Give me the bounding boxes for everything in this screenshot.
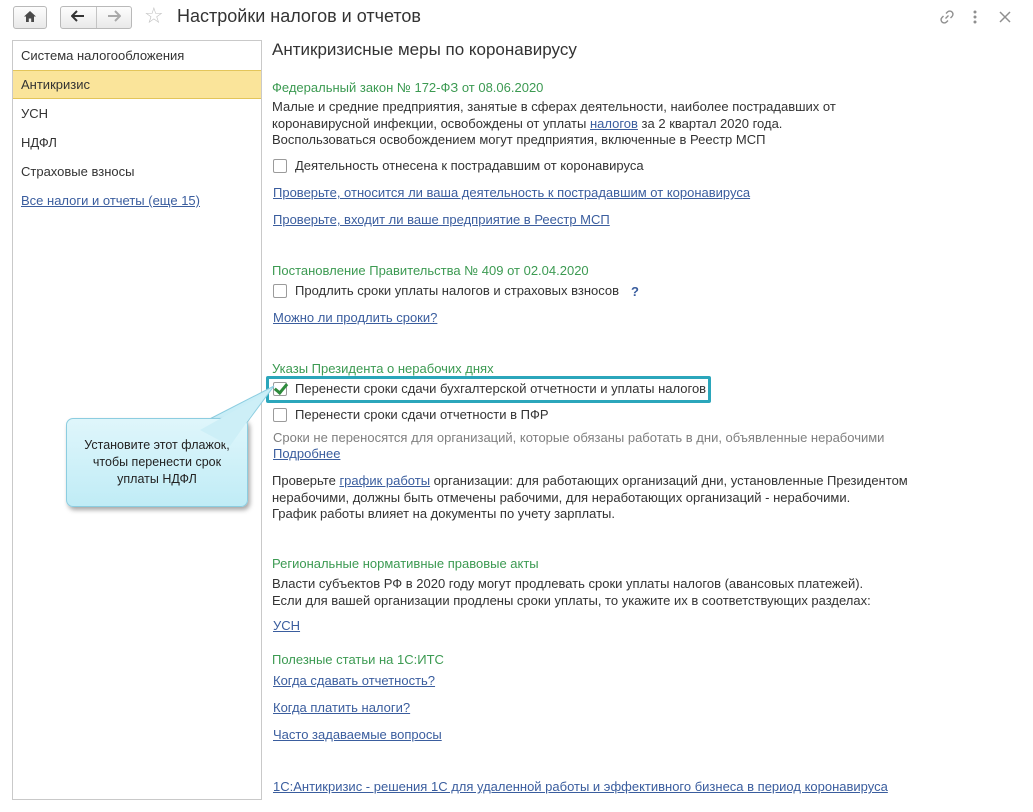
when-to-pay-link[interactable]: Когда платить налоги? bbox=[273, 700, 410, 715]
affected-activity-label: Деятельность отнесена к пострадавшим от … bbox=[295, 158, 644, 173]
move-accounting-deadlines-label: Перенести сроки сдачи бухгалтерской отче… bbox=[295, 381, 707, 396]
usn-link[interactable]: УСН bbox=[273, 618, 300, 633]
federal-law-text-line1: Малые и средние предприятия, занятые в с… bbox=[272, 99, 836, 114]
federal-law-text-line2: коронавирусной инфекции, освобождены от … bbox=[272, 116, 782, 133]
work-schedule-link[interactable]: график работы bbox=[339, 473, 430, 488]
hint-callout: Установите этот флажок, чтобы перенести … bbox=[66, 418, 248, 507]
text-fragment: коронавирусной инфекции, освобождены от … bbox=[272, 116, 590, 131]
regional-text-line2: Если для вашей организации продлены срок… bbox=[272, 593, 871, 608]
taxes-link[interactable]: налогов bbox=[590, 116, 638, 131]
more-details-link[interactable]: Подробнее bbox=[273, 446, 340, 461]
deadlines-note: Сроки не переносятся для организаций, ко… bbox=[273, 430, 885, 445]
section-heading-resolution: Постановление Правительства № 409 от 02.… bbox=[272, 263, 589, 278]
when-to-report-link[interactable]: Когда сдавать отчетность? bbox=[273, 673, 435, 688]
work-schedule-text-line2: нерабочими, должны быть отмечены рабочим… bbox=[272, 490, 851, 505]
check-msp-registry-link[interactable]: Проверьте, входит ли ваше предприятие в … bbox=[273, 212, 610, 227]
federal-law-text-line3: Воспользоваться освобождением могут пред… bbox=[272, 132, 766, 147]
check-activity-link[interactable]: Проверьте, относится ли ваша деятельност… bbox=[273, 185, 750, 200]
text-fragment: за 2 квартал 2020 года. bbox=[637, 116, 783, 131]
affected-activity-checkbox[interactable] bbox=[273, 159, 287, 174]
text-fragment: Проверьте bbox=[272, 473, 340, 488]
hint-callout-text: Установите этот флажок, чтобы перенести … bbox=[84, 438, 230, 486]
section-heading-articles: Полезные статьи на 1С:ИТС bbox=[272, 652, 444, 667]
page-title: Антикризисные меры по коронавирусу bbox=[272, 40, 577, 59]
faq-link[interactable]: Часто задаваемые вопросы bbox=[273, 727, 442, 742]
extend-deadlines-checkbox-row[interactable]: Продлить сроки уплаты налогов и страховы… bbox=[273, 283, 639, 300]
extend-deadlines-checkbox[interactable] bbox=[273, 284, 287, 299]
move-pfr-deadlines-checkbox[interactable] bbox=[273, 408, 287, 423]
section-heading-federal-law: Федеральный закон № 172-ФЗ от 08.06.2020 bbox=[272, 80, 544, 95]
can-extend-link[interactable]: Можно ли продлить сроки? bbox=[273, 310, 437, 325]
regional-text-line1: Власти субъектов РФ в 2020 году могут пр… bbox=[272, 576, 864, 591]
move-pfr-deadlines-label: Перенести сроки сдачи отчетности в ПФР bbox=[295, 407, 549, 422]
section-heading-regional: Региональные нормативные правовые акты bbox=[272, 556, 539, 571]
text-fragment: организации: для работающих организаций … bbox=[430, 473, 908, 488]
move-accounting-deadlines-checkbox[interactable] bbox=[273, 382, 287, 397]
anticrisis-solutions-link[interactable]: 1С:Антикризис - решения 1С для удаленной… bbox=[273, 779, 888, 794]
extend-deadlines-label: Продлить сроки уплаты налогов и страховы… bbox=[295, 283, 620, 298]
move-pfr-deadlines-checkbox-row[interactable]: Перенести сроки сдачи отчетности в ПФР bbox=[273, 407, 549, 424]
help-icon[interactable]: ? bbox=[631, 284, 639, 299]
move-accounting-deadlines-checkbox-row[interactable]: Перенести сроки сдачи бухгалтерской отче… bbox=[273, 381, 706, 398]
main-content: Антикризисные меры по коронавирусу Федер… bbox=[0, 0, 1033, 812]
section-heading-decrees: Указы Президента о нерабочих днях bbox=[272, 361, 494, 376]
work-schedule-text-line1: Проверьте график работы организации: для… bbox=[272, 473, 908, 490]
work-schedule-text-line3: График работы влияет на документы по уче… bbox=[272, 506, 615, 521]
affected-activity-checkbox-row[interactable]: Деятельность отнесена к пострадавшим от … bbox=[273, 158, 644, 175]
